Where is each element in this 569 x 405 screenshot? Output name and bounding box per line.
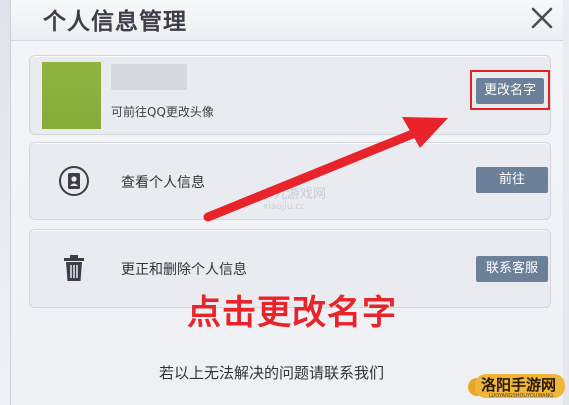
- site-logo: 洛阳手游网 LUOYANGSHOUYOUWANG: [467, 372, 567, 402]
- logo-text: 洛阳手游网: [481, 376, 557, 394]
- logo-subtext: LUOYANGSHOUYOUWANG: [489, 393, 554, 399]
- red-arrow-icon: [203, 117, 448, 222]
